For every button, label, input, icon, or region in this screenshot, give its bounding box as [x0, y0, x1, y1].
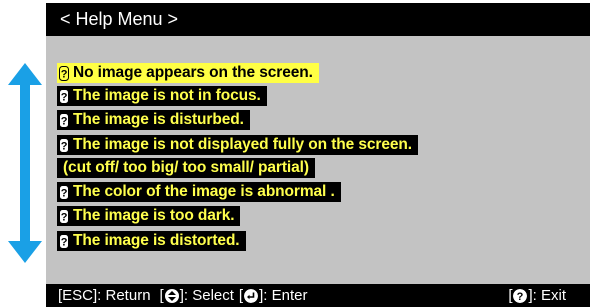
help-item-label: The image is too dark. — [73, 207, 235, 224]
svg-text:?: ? — [61, 91, 68, 103]
footer-exit-hint: [ ? ]: Exit — [508, 287, 566, 304]
help-item-distorted[interactable]: ? The image is distorted. — [57, 231, 246, 251]
help-item-label: The image is not displayed fully on the … — [73, 136, 412, 153]
help-item-label: The image is disturbed. — [73, 111, 244, 128]
help-item-continuation: (cut off/ too big/ too small/ partial) — [57, 158, 315, 178]
enter-key-icon — [244, 288, 259, 303]
svg-text:?: ? — [61, 140, 68, 152]
enter-hint-text: ]: Enter — [259, 287, 308, 304]
exit-hint-text: ]: Exit — [528, 287, 566, 304]
help-item-no-image[interactable]: ? No image appears on the screen. — [57, 63, 319, 83]
question-mark-icon: ? — [59, 137, 69, 153]
question-mark-icon: ? — [59, 88, 69, 104]
enter-hint-open: [ — [238, 287, 244, 304]
footer-enter-hint: [ ]: Enter — [239, 287, 308, 304]
up-down-triangle-icon — [164, 288, 179, 303]
help-item-color-abnormal[interactable]: ? The color of the image is abnormal . — [57, 182, 341, 202]
select-hint-text: ]: Select — [179, 287, 234, 304]
svg-text:?: ? — [517, 291, 524, 303]
menu-title-bar: < Help Menu > — [46, 3, 590, 36]
help-item-label: The image is distorted. — [73, 232, 240, 249]
help-item-too-dark[interactable]: ? The image is too dark. — [57, 206, 241, 226]
menu-title: < Help Menu > — [60, 9, 179, 29]
question-mark-icon: ? — [59, 65, 69, 81]
svg-text:?: ? — [61, 236, 68, 248]
help-item-not-in-focus[interactable]: ? The image is not in focus. — [57, 86, 267, 106]
return-hint-text: [ESC]: Return — [58, 287, 151, 304]
help-item-continuation-label: (cut off/ too big/ too small/ partial) — [63, 159, 309, 176]
help-menu-list: ? No image appears on the screen. ? The … — [46, 36, 590, 284]
help-icon: ? — [513, 288, 528, 303]
svg-text:?: ? — [61, 115, 68, 127]
footer-return-hint: [ESC]: Return — [58, 287, 151, 304]
exit-hint-open: [ — [508, 287, 513, 304]
question-mark-icon: ? — [59, 233, 69, 249]
footer-bar: [ESC]: Return [ ]: Select [ ]: Enter [ ?… — [46, 284, 590, 307]
help-item-disturbed[interactable]: ? The image is disturbed. — [57, 110, 250, 130]
help-item-not-displayed-fully[interactable]: ? The image is not displayed fully on th… — [57, 135, 418, 155]
svg-text:?: ? — [61, 187, 68, 199]
svg-text:?: ? — [61, 68, 68, 80]
select-hint-open: [ — [159, 287, 164, 304]
svg-text:?: ? — [61, 211, 68, 223]
scroll-up-down-arrow-icon — [8, 63, 42, 263]
help-item-label: The color of the image is abnormal . — [73, 183, 335, 200]
question-mark-icon: ? — [59, 208, 69, 224]
help-item-label: No image appears on the screen. — [73, 64, 313, 81]
help-item-label: The image is not in focus. — [73, 87, 261, 104]
footer-select-hint: [ ]: Select — [160, 287, 234, 304]
question-mark-icon: ? — [59, 184, 69, 200]
question-mark-icon: ? — [59, 112, 69, 128]
